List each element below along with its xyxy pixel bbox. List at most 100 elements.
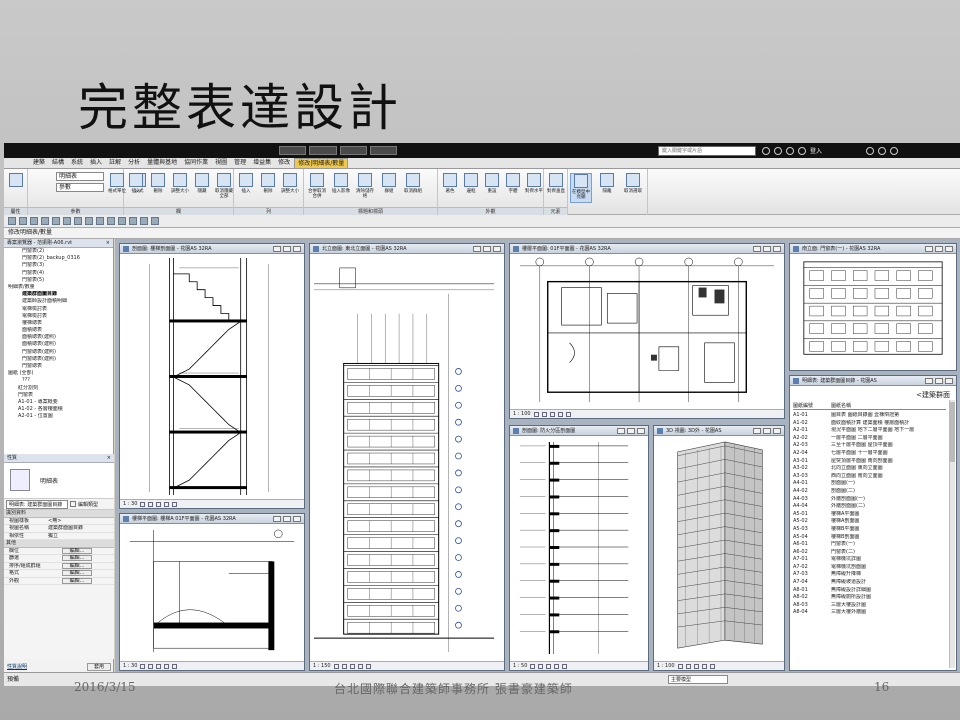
browser-item[interactable]: 樓梯總表	[4, 320, 113, 327]
edit-button[interactable]: 編輯...	[62, 562, 92, 569]
property-value[interactable]: 編輯...	[48, 547, 114, 555]
property-row[interactable]: 排序/組成群組 編輯...	[4, 562, 114, 570]
binoculars-icon[interactable]	[762, 146, 770, 155]
view-control-bar[interactable]: 1 : 150	[310, 661, 504, 670]
property-row[interactable]: 欄位 編輯...	[4, 547, 114, 555]
minimize-icon[interactable]	[753, 428, 761, 434]
resize-row-button[interactable]: 調整大小	[279, 173, 301, 203]
minimize-icon[interactable]	[925, 246, 933, 252]
close-icon[interactable]: ×	[106, 239, 110, 247]
browser-item[interactable]: 門窗表(2)	[4, 248, 113, 255]
tab-11[interactable]: 修改	[275, 158, 293, 168]
schedule-dropdown[interactable]: 明細表	[56, 172, 104, 181]
maximize-icon[interactable]	[627, 428, 635, 434]
browser-item[interactable]: 電梯檢討表	[4, 313, 113, 320]
schedule-row[interactable]: A6-01 門窗表(一)	[793, 541, 946, 549]
model-dropdown[interactable]: 主要模型	[668, 675, 728, 684]
view-control-bar[interactable]: 1 : 30	[120, 661, 304, 670]
thin-lines-icon[interactable]	[129, 217, 137, 225]
font-button[interactable]: 字體	[502, 173, 524, 203]
minimize-icon[interactable]	[925, 378, 933, 384]
browser-item[interactable]: 門窗表(3)	[4, 262, 113, 269]
tab-9[interactable]: 管理	[231, 158, 249, 168]
browser-item[interactable]: 明細表/數量	[4, 284, 113, 291]
group-button[interactable]: 群組	[378, 173, 400, 203]
tab-0[interactable]: 建築	[30, 158, 48, 168]
browser-item[interactable]: 紅分割刻	[4, 385, 113, 392]
switch-windows-icon[interactable]	[151, 217, 159, 225]
property-value[interactable]: 編輯...	[48, 577, 114, 585]
shading-button[interactable]: 著色	[439, 173, 461, 203]
print-icon[interactable]	[52, 217, 60, 225]
property-value[interactable]: 編輯...	[48, 562, 114, 570]
maximize-icon[interactable]	[763, 428, 771, 434]
maximize-icon[interactable]	[283, 246, 291, 252]
view-3d[interactable]: 3D 視圖: 3D外 - 花園AS 1 : 100	[653, 425, 785, 671]
view-schedule[interactable]: 明細表: 建築群面圖目錄 - 花園AS <建築群面 圖紙編號 圖紙名稱 A1-01…	[789, 375, 957, 671]
isolate-button[interactable]: 隔離	[596, 173, 618, 203]
property-value[interactable]: 獨立	[48, 533, 114, 540]
schedule-row[interactable]: A5-02 樓梯A剖面圖	[793, 518, 946, 526]
close-icon[interactable]	[945, 246, 953, 252]
tab-7[interactable]: 協同作業	[181, 158, 211, 168]
text-icon[interactable]	[96, 217, 104, 225]
browser-item[interactable]: 門窗表(4)	[4, 270, 113, 277]
property-row[interactable]: 篩選 編輯...	[4, 555, 114, 563]
close-icon[interactable]	[773, 428, 781, 434]
clear-cell-button[interactable]: 清除儲存格	[354, 173, 376, 203]
tab-4[interactable]: 註解	[106, 158, 124, 168]
resize-column-button[interactable]: 調整大小	[169, 173, 191, 203]
subscription-icon[interactable]	[774, 146, 782, 155]
borders-button[interactable]: 邊框	[460, 173, 482, 203]
schedule-row[interactable]: A6-02 門窗表(二)	[793, 549, 946, 557]
apply-button[interactable]: 套用	[86, 663, 111, 671]
browser-item[interactable]: 建築群面圖目錄	[4, 291, 113, 298]
schedule-row[interactable]: A2-02 一層平面圖 二層平面圖	[793, 435, 946, 443]
schedule-row[interactable]: A4-02 剖面圖(二)	[793, 488, 946, 496]
star-icon[interactable]	[786, 146, 794, 155]
property-row[interactable]: 外觀 編輯...	[4, 577, 114, 585]
schedule-row[interactable]: A8-01 無障礙設計詳細圖	[793, 587, 946, 595]
parameter-dropdown[interactable]: 參數	[56, 183, 104, 192]
align-vertical-button[interactable]: 對齊垂直	[545, 173, 567, 203]
property-row[interactable]: 格式 編輯...	[4, 570, 114, 578]
property-value[interactable]: 編輯...	[48, 570, 114, 577]
schedule-row[interactable]: A7-03 無障礙升降梯	[793, 571, 946, 579]
schedule-row[interactable]: A3-01 屋突頂層平面圖 南向剖面圖	[793, 458, 946, 466]
delete-row-button[interactable]: 刪除	[257, 173, 279, 203]
close-icon[interactable]	[293, 246, 301, 252]
view-detail-section[interactable]: 剖面圖: 防火分區剖面圖 1 : 50	[509, 425, 649, 671]
maximize-icon[interactable]	[483, 246, 491, 252]
maximize-icon[interactable]	[763, 246, 771, 252]
browser-item[interactable]: 門窗總表	[4, 363, 113, 370]
view-floor-plan[interactable]: 樓層平面圖: 01F平面圖 - 花園AS 32RA 1: 100	[509, 243, 785, 419]
undo-icon[interactable]	[30, 217, 38, 225]
schedule-row[interactable]: A5-01 樓梯A平面圖	[793, 511, 946, 519]
close-icon[interactable]: ×	[107, 454, 111, 462]
browser-item[interactable]: 門窗總表(建照)	[4, 356, 113, 363]
schedule-row[interactable]: A2-03 三至十層平面圖 屋頂平面圖	[793, 442, 946, 450]
close-icon[interactable]	[890, 146, 899, 155]
schedule-row[interactable]: A8-03 三層大樓設計圖	[793, 602, 946, 610]
property-value[interactable]: <無>	[48, 518, 114, 525]
minimize-icon[interactable]	[273, 246, 281, 252]
tab-10[interactable]: 增益集	[250, 158, 274, 168]
schedule-row[interactable]: A5-03 樓梯B平面圖	[793, 526, 946, 534]
tab-8[interactable]: 視圖	[212, 158, 230, 168]
schedule-row[interactable]: A4-01 剖面圖(一)	[793, 480, 946, 488]
browser-item[interactable]: 建築師設計面積明細	[4, 298, 113, 305]
schedule-row[interactable]: A3-03 西向立面圖 南向立面圖	[793, 473, 946, 481]
view-control-bar[interactable]: 1 : 30	[120, 499, 304, 508]
properties-button[interactable]	[5, 173, 27, 203]
redo-icon[interactable]	[41, 217, 49, 225]
tab-1[interactable]: 結構	[49, 158, 67, 168]
schedule-row[interactable]: A2-01 現況平面圖 地下二層平面圖 地下一層	[793, 427, 946, 435]
browser-item[interactable]: 門窗表(5)	[4, 277, 113, 284]
close-icon[interactable]	[945, 378, 953, 384]
close-icon[interactable]	[493, 246, 501, 252]
browser-item[interactable]: 面積總表	[4, 327, 113, 334]
instance-dropdown[interactable]: 明細表: 建築群面圖目錄	[6, 499, 68, 509]
schedule-row[interactable]: A8-04 三層大樓外牆圖	[793, 609, 946, 617]
minimize-icon[interactable]	[878, 146, 887, 155]
edit-type-button[interactable]: 編輯類型	[78, 501, 98, 508]
